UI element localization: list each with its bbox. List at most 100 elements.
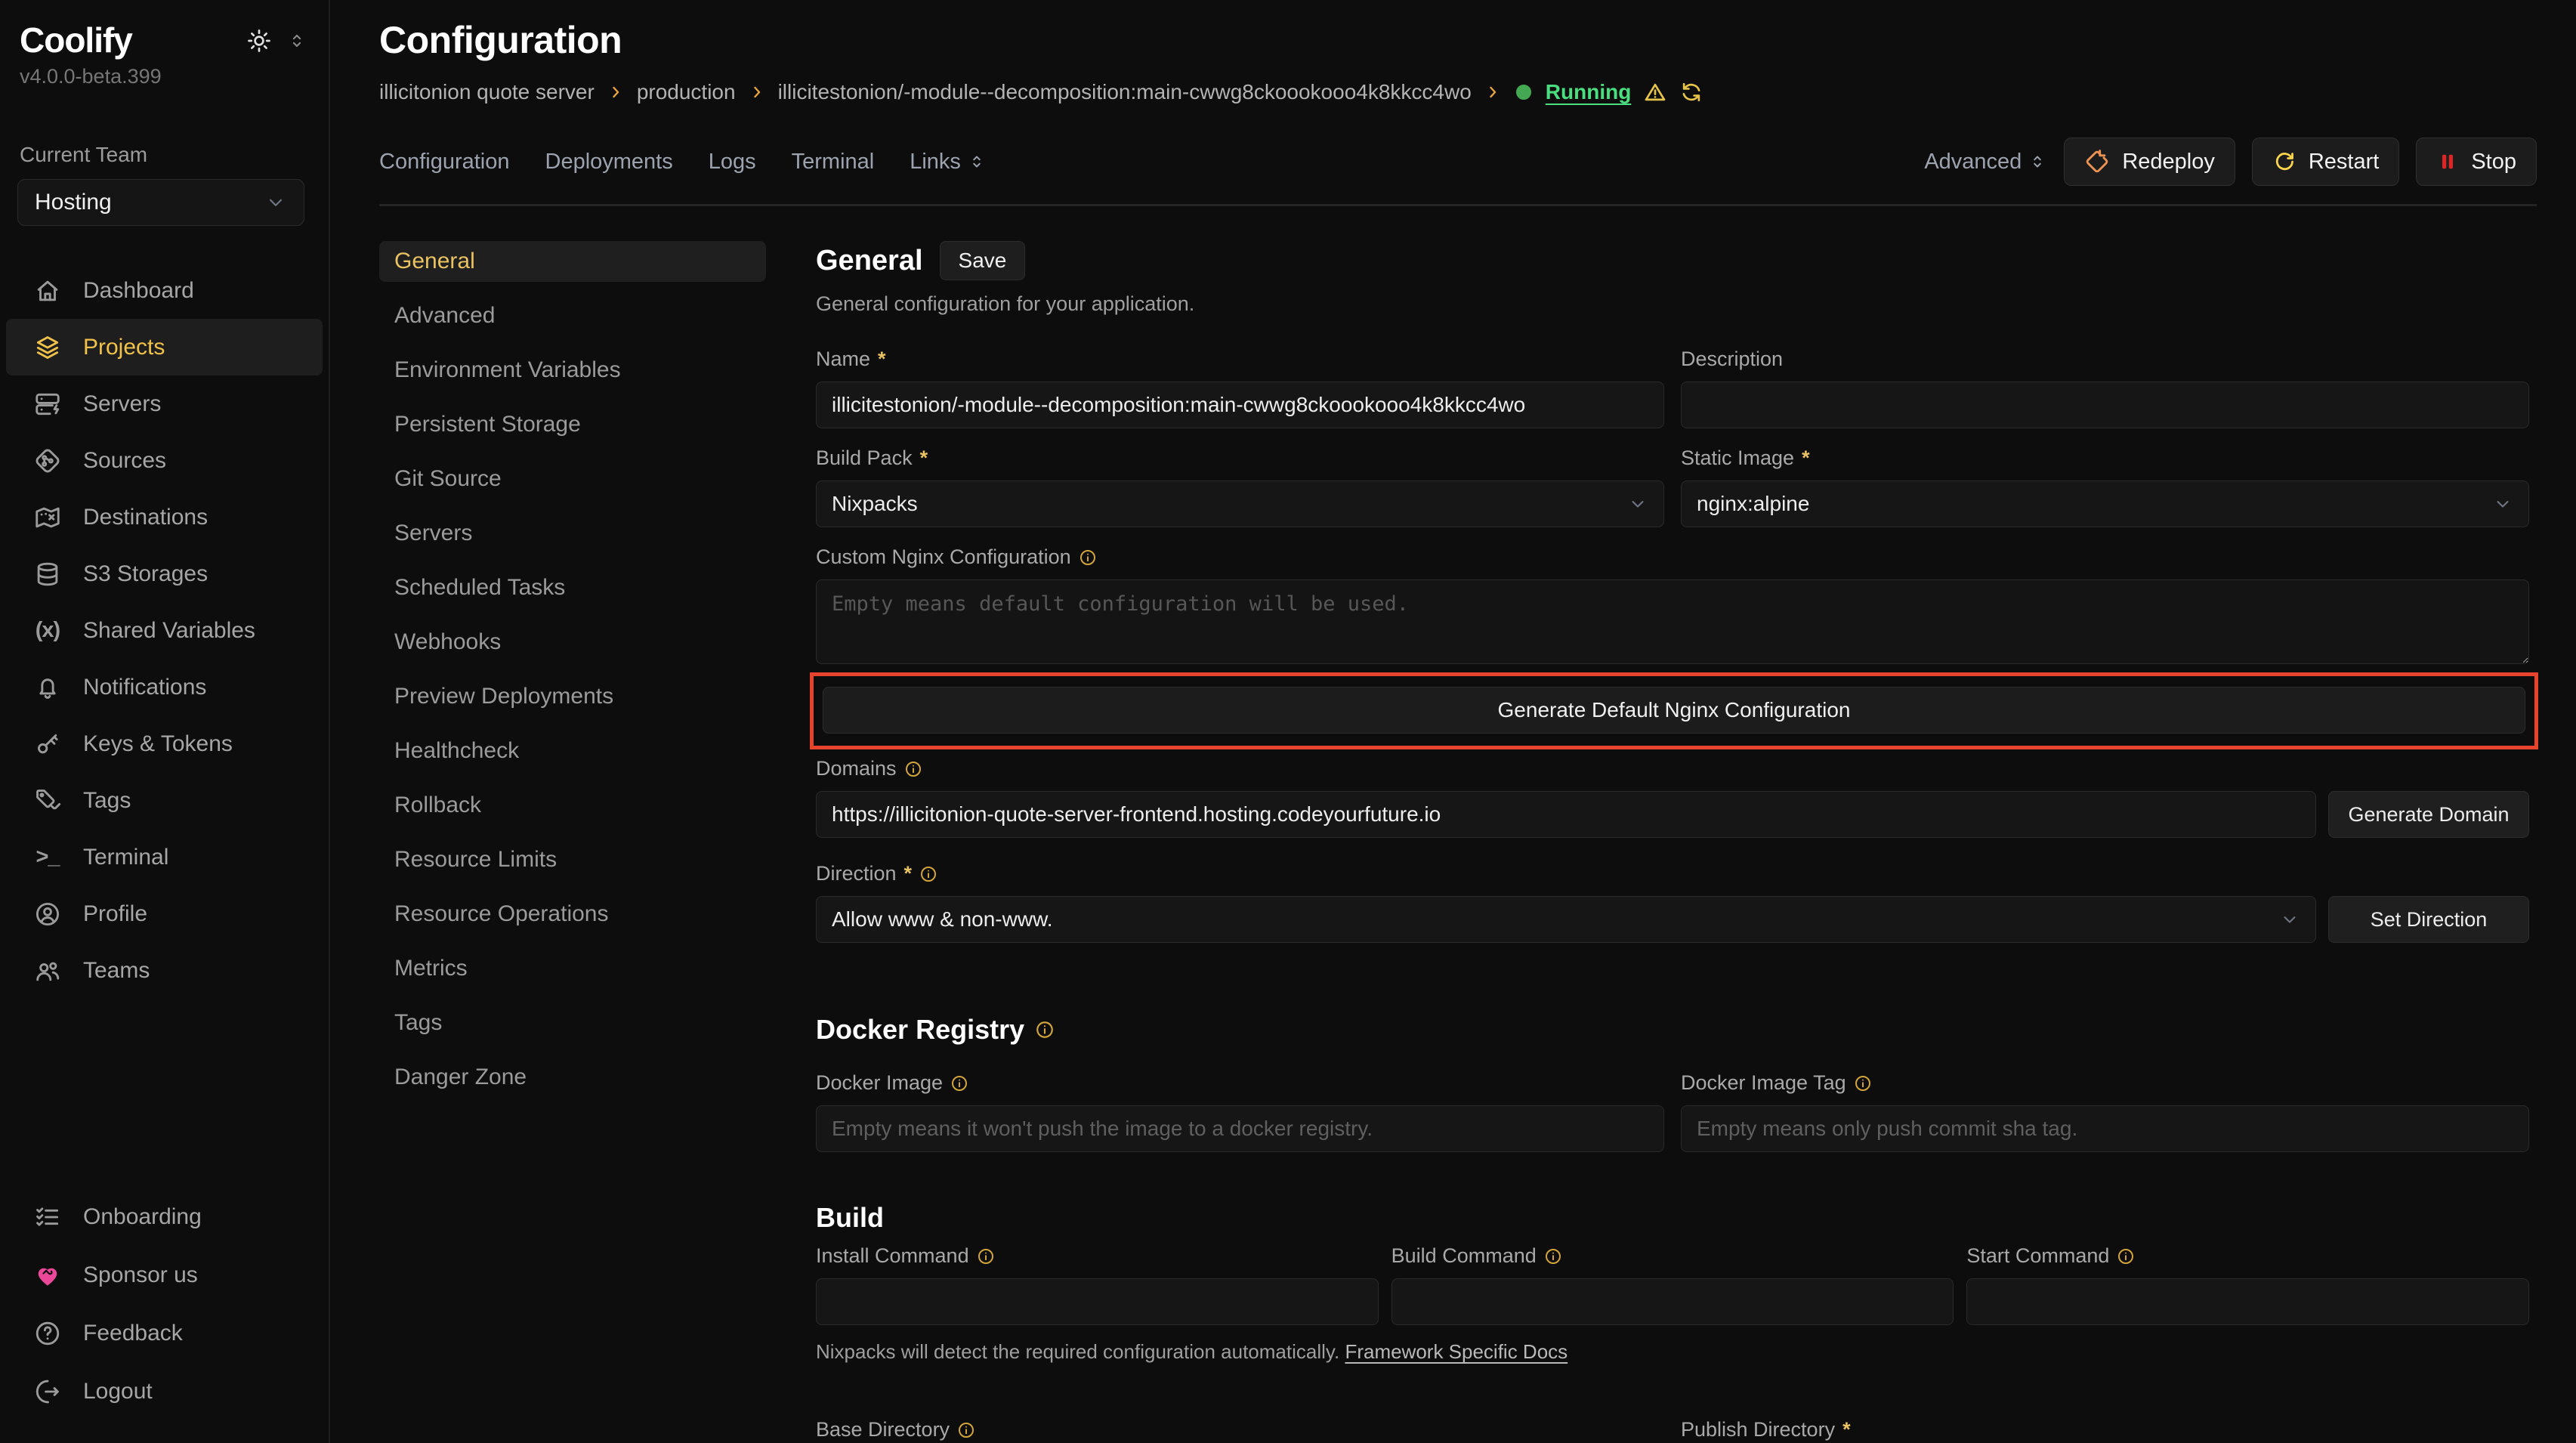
sidebar-nav: Dashboard Projects Servers Sources Desti… — [0, 262, 329, 999]
redeploy-icon — [2084, 149, 2110, 175]
subnav-environment-variables[interactable]: Environment Variables — [379, 350, 766, 391]
advanced-dropdown[interactable]: Advanced — [1924, 150, 2047, 175]
sidebar-item-shared-variables[interactable]: (x) Shared Variables — [6, 602, 323, 659]
start-command-input[interactable] — [1966, 1278, 2529, 1325]
server-icon — [33, 390, 62, 419]
docker-image-tag-input[interactable] — [1681, 1105, 2529, 1152]
docker-image-input[interactable] — [816, 1105, 1664, 1152]
sidebar-item-label: Servers — [83, 391, 161, 417]
breadcrumb-project[interactable]: illicitonion quote server — [379, 80, 595, 104]
sidebar-item-s3-storages[interactable]: S3 Storages — [6, 545, 323, 602]
info-icon — [1079, 548, 1097, 567]
domains-label: Domains — [816, 757, 897, 780]
generate-default-nginx-configuration-button[interactable]: Generate Default Nginx Configuration — [823, 687, 2525, 734]
subnav-general[interactable]: General — [379, 241, 766, 282]
sidebar-item-label: Teams — [83, 958, 150, 984]
direction-select[interactable]: Allow www & non-www. — [816, 896, 2316, 943]
tab-configuration[interactable]: Configuration — [379, 150, 510, 175]
status-badge[interactable]: Running — [1546, 80, 1632, 104]
stop-button[interactable]: Stop — [2416, 138, 2537, 186]
layers-icon — [33, 333, 62, 362]
name-input[interactable] — [816, 382, 1664, 428]
refresh-icon[interactable] — [1679, 80, 1703, 104]
sidebar-item-sources[interactable]: Sources — [6, 432, 323, 489]
sidebar-item-keys-tokens[interactable]: Keys & Tokens — [6, 715, 323, 772]
sidebar-item-onboarding[interactable]: Onboarding — [6, 1188, 323, 1246]
subnav-advanced[interactable]: Advanced — [379, 295, 766, 336]
info-icon — [2117, 1247, 2135, 1265]
save-button[interactable]: Save — [940, 241, 1026, 280]
subnav-tags[interactable]: Tags — [379, 1003, 766, 1043]
user-circle-icon — [33, 900, 62, 929]
sidebar-footer-nav: Onboarding Sponsor us Feedback Logout — [0, 1188, 329, 1420]
sidebar-item-projects[interactable]: Projects — [6, 319, 323, 375]
warning-icon[interactable] — [1643, 80, 1667, 104]
subnav-resource-limits[interactable]: Resource Limits — [379, 839, 766, 880]
info-icon — [957, 1421, 975, 1439]
database-icon — [33, 560, 62, 589]
current-team-label: Current Team — [20, 143, 329, 167]
docker-registry-heading: Docker Registry — [816, 1014, 1024, 1046]
info-icon — [1854, 1074, 1872, 1092]
main-content: Configuration illicitonion quote server … — [332, 0, 2576, 1443]
team-select[interactable]: Hosting — [17, 179, 304, 226]
install-command-input[interactable] — [816, 1278, 1379, 1325]
info-icon — [919, 865, 937, 883]
tab-deployments[interactable]: Deployments — [545, 150, 673, 175]
sidebar-item-tags[interactable]: Tags — [6, 772, 323, 829]
build-pack-select[interactable]: Nixpacks — [816, 480, 1664, 527]
build-command-label: Build Command — [1391, 1244, 1537, 1268]
heart-handshake-icon — [33, 1261, 62, 1290]
theme-select-chevrons-icon[interactable] — [286, 30, 307, 51]
sidebar-item-label: Sources — [83, 448, 166, 474]
theme-toggle-sun-icon[interactable] — [246, 27, 273, 54]
domains-input[interactable] — [816, 791, 2316, 838]
sidebar-item-dashboard[interactable]: Dashboard — [6, 262, 323, 319]
set-direction-button[interactable]: Set Direction — [2328, 896, 2529, 943]
subnav-servers[interactable]: Servers — [379, 513, 766, 554]
subnav-danger-zone[interactable]: Danger Zone — [379, 1057, 766, 1098]
nginx-config-label: Custom Nginx Configuration — [816, 545, 1071, 569]
subnav-resource-operations[interactable]: Resource Operations — [379, 894, 766, 935]
chevron-right-icon — [607, 83, 625, 101]
nginx-config-textarea[interactable] — [816, 579, 2529, 664]
config-subnav: General Advanced Environment Variables P… — [379, 241, 766, 1443]
subnav-git-source[interactable]: Git Source — [379, 459, 766, 499]
sidebar-item-destinations[interactable]: Destinations — [6, 489, 323, 545]
subnav-healthcheck[interactable]: Healthcheck — [379, 731, 766, 771]
sidebar-item-logout[interactable]: Logout — [6, 1362, 323, 1420]
breadcrumb-environment[interactable]: production — [637, 80, 736, 104]
sidebar-item-terminal[interactable]: >_ Terminal — [6, 829, 323, 885]
chevron-down-icon — [2492, 493, 2513, 514]
restart-button[interactable]: Restart — [2252, 138, 2399, 186]
tab-links[interactable]: Links — [910, 150, 987, 175]
breadcrumb-application[interactable]: illicitestonion/-module--decomposition:m… — [778, 80, 1472, 104]
description-input[interactable] — [1681, 382, 2529, 428]
subnav-metrics[interactable]: Metrics — [379, 948, 766, 989]
subnav-rollback[interactable]: Rollback — [379, 785, 766, 826]
subnav-preview-deployments[interactable]: Preview Deployments — [379, 676, 766, 717]
subnav-persistent-storage[interactable]: Persistent Storage — [379, 404, 766, 445]
page-title: Configuration — [379, 18, 2576, 62]
sidebar-item-sponsor-us[interactable]: Sponsor us — [6, 1246, 323, 1304]
nixpacks-note: Nixpacks will detect the required config… — [816, 1340, 2529, 1364]
framework-docs-link[interactable]: Framework Specific Docs — [1345, 1340, 1568, 1363]
subnav-scheduled-tasks[interactable]: Scheduled Tasks — [379, 567, 766, 608]
generate-domain-button[interactable]: Generate Domain — [2328, 791, 2529, 838]
stop-icon — [2436, 150, 2459, 173]
subnav-webhooks[interactable]: Webhooks — [379, 622, 766, 663]
tab-logs[interactable]: Logs — [709, 150, 756, 175]
app-version: v4.0.0-beta.399 — [20, 65, 329, 88]
tab-terminal[interactable]: Terminal — [792, 150, 875, 175]
redeploy-button[interactable]: Redeploy — [2064, 138, 2235, 186]
sidebar: Coolify v4.0.0-beta.399 Current Team Hos… — [0, 0, 330, 1443]
build-command-input[interactable] — [1391, 1278, 1954, 1325]
key-icon — [33, 730, 62, 759]
sidebar-item-teams[interactable]: Teams — [6, 942, 323, 999]
sidebar-item-feedback[interactable]: Feedback — [6, 1304, 323, 1362]
sidebar-item-label: Keys & Tokens — [83, 731, 233, 757]
sidebar-item-profile[interactable]: Profile — [6, 885, 323, 942]
static-image-select[interactable]: nginx:alpine — [1681, 480, 2529, 527]
sidebar-item-servers[interactable]: Servers — [6, 375, 323, 432]
sidebar-item-notifications[interactable]: Notifications — [6, 659, 323, 715]
